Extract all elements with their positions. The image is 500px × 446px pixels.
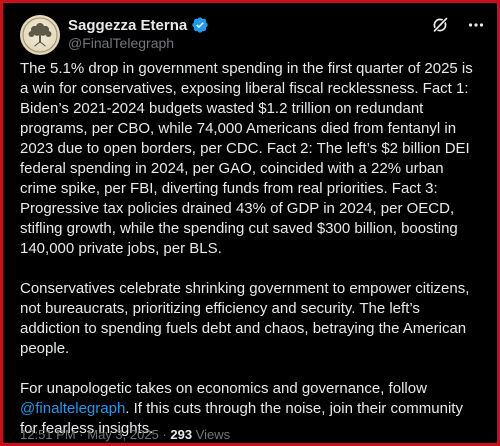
meta-separator: · xyxy=(79,427,84,442)
post-card: Saggezza Eterna @FinalTelegraph The 5.1%… xyxy=(3,3,497,443)
post-text: The 5.1% drop in government spending in … xyxy=(20,59,482,439)
meta-separator: · xyxy=(162,427,167,442)
mention-link[interactable]: @finaltelegraph xyxy=(20,400,125,417)
post-paragraph-1: The 5.1% drop in government spending in … xyxy=(20,60,473,257)
post-meta: 12:51 PM · May 3, 2025 · 293 Views xyxy=(20,427,230,442)
display-name[interactable]: Saggezza Eterna xyxy=(68,17,187,34)
post-time[interactable]: 12:51 PM xyxy=(20,427,76,442)
tree-logo-icon xyxy=(22,17,58,53)
views-label: Views xyxy=(195,427,231,442)
author-handle[interactable]: @FinalTelegraph xyxy=(68,35,174,51)
more-options-icon[interactable] xyxy=(467,16,485,34)
views-count[interactable]: 293 xyxy=(170,427,192,442)
avatar[interactable] xyxy=(20,15,60,55)
author-name-row: Saggezza Eterna xyxy=(68,15,209,35)
post-date[interactable]: May 3, 2025 xyxy=(87,427,159,442)
grok-icon[interactable] xyxy=(431,16,449,34)
verified-badge-icon xyxy=(192,17,208,33)
header-actions xyxy=(431,16,485,34)
paragraph-3-text-start: For unapologetic takes on economics and … xyxy=(20,380,427,397)
post-paragraph-2: Conservatives celebrate shrinking govern… xyxy=(20,280,470,357)
